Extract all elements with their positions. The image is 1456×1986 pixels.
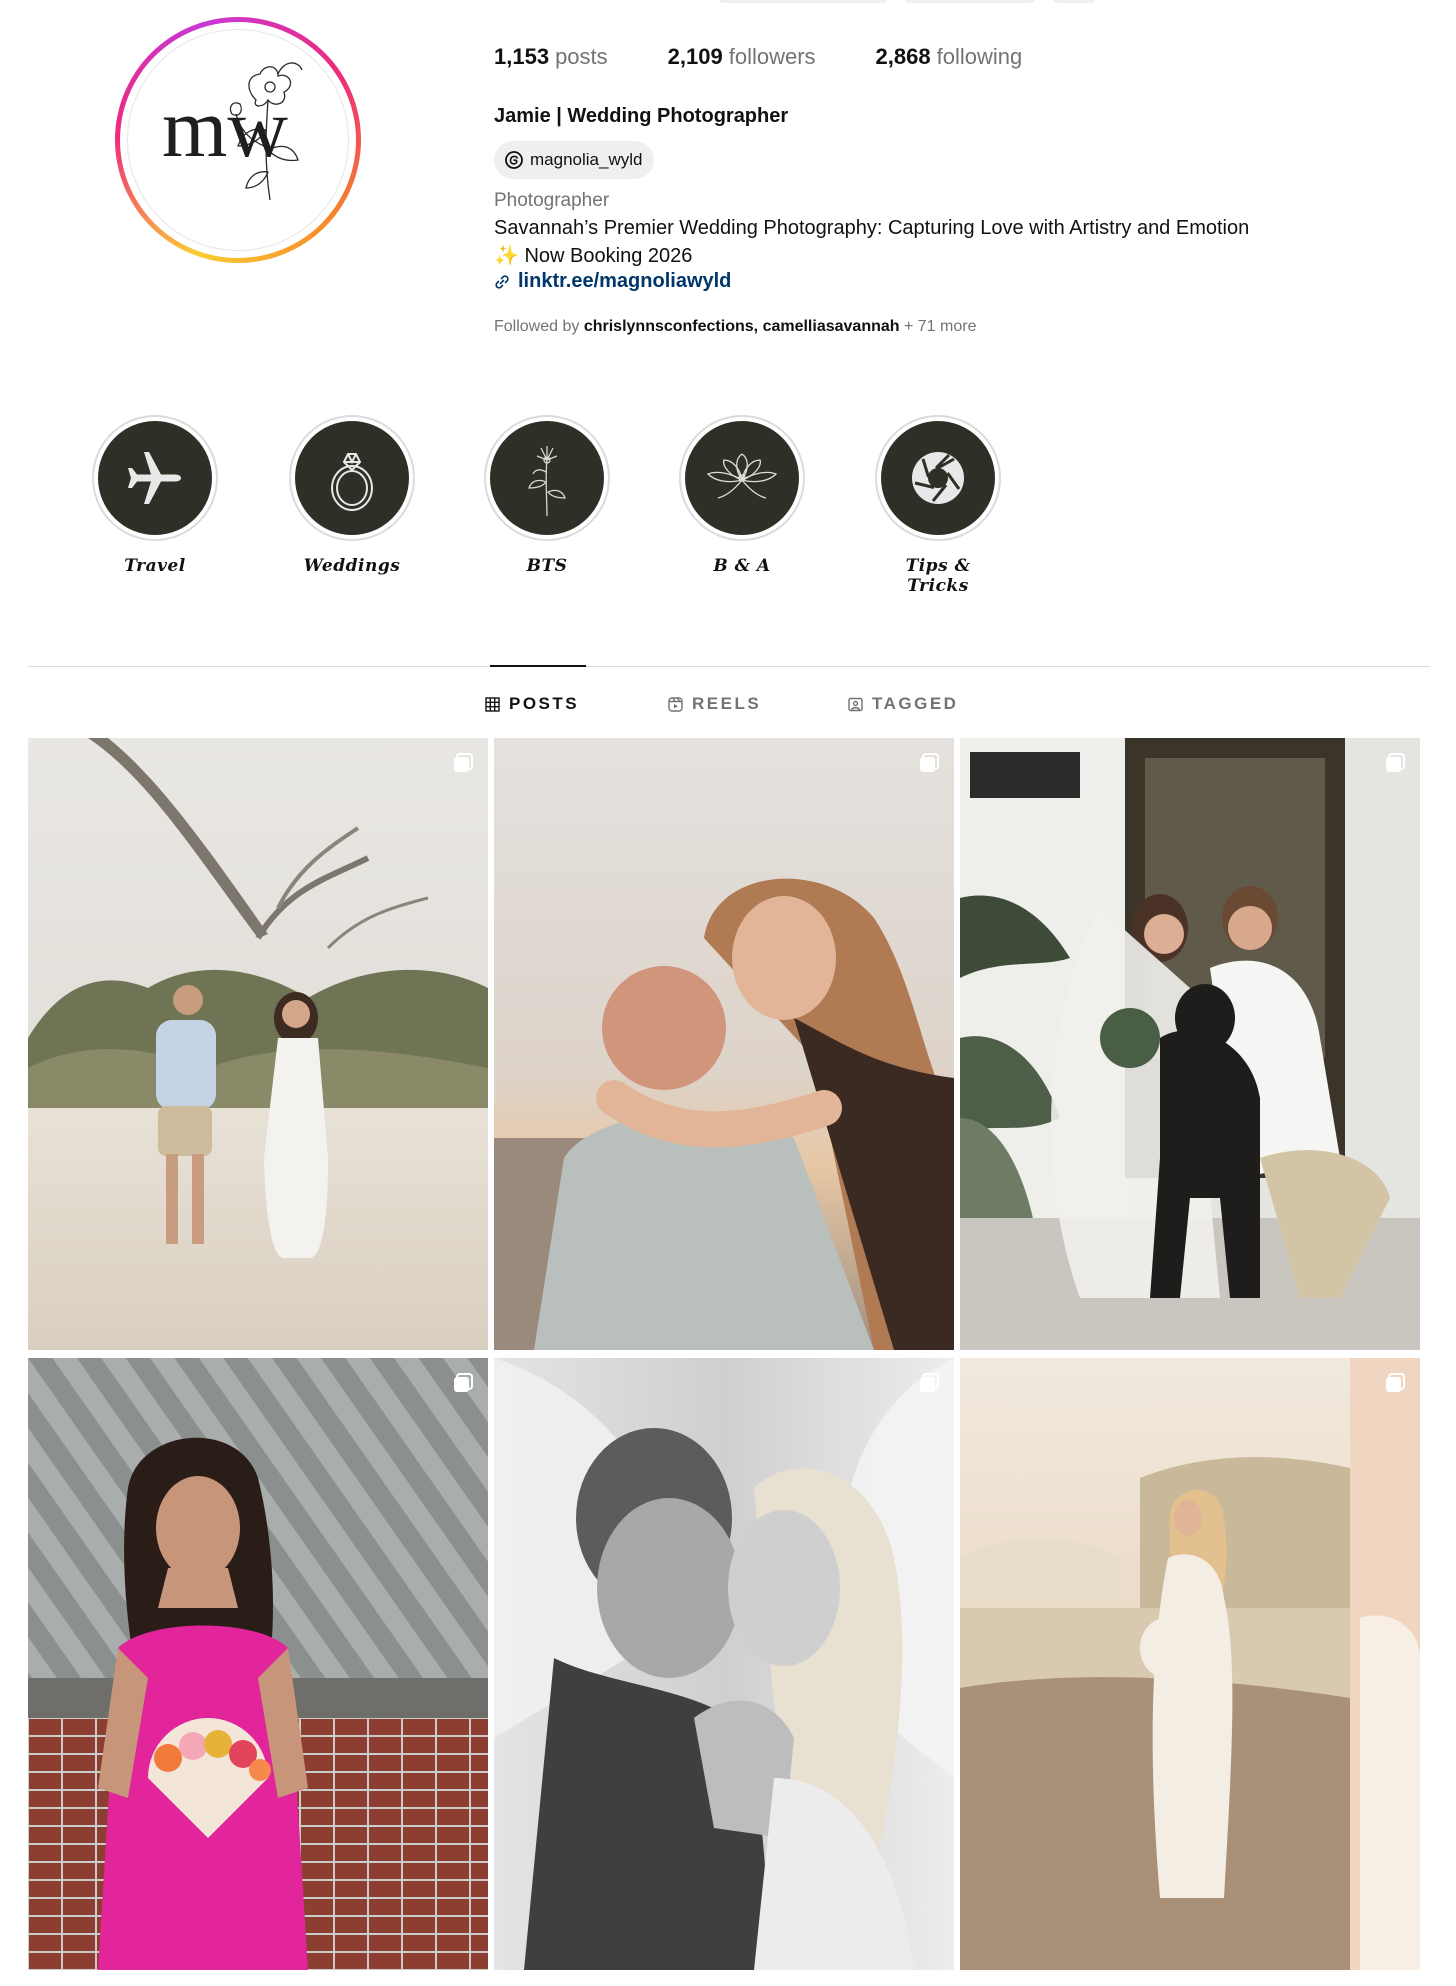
post-photo [28, 1358, 488, 1970]
highlight-ring [875, 415, 1001, 541]
tab-posts[interactable]: POSTS [485, 694, 579, 714]
post-photo [494, 1358, 954, 1970]
carousel-icon [920, 1373, 939, 1392]
avatar-logo: mw [127, 29, 349, 251]
posts-label: posts [555, 44, 608, 69]
highlight-label: Tips & Tricks [905, 556, 971, 596]
tab-tagged-label: TAGGED [872, 694, 959, 713]
camera-aperture-icon [912, 452, 964, 504]
sparkles-emoji: ✨ [494, 245, 519, 267]
posts-stat[interactable]: 1,153 posts [494, 44, 608, 70]
threads-badge[interactable]: magnolia_wyld [494, 141, 655, 179]
profile-category: Photographer [494, 190, 610, 211]
followed-by-separator: , [753, 318, 759, 335]
view-archive-button[interactable] [904, 0, 1036, 3]
highlight-cover [881, 421, 995, 535]
followers-count: 2,109 [667, 44, 723, 69]
followers-label: followers [728, 44, 816, 69]
highlight-cover [295, 421, 409, 535]
followed-by[interactable]: Followed by chrislynnsconfections, camel… [494, 318, 976, 336]
followed-by-user-2[interactable]: camelliasavannah [763, 318, 900, 335]
carousel-icon [454, 753, 473, 772]
tabs-divider [28, 666, 1430, 667]
post-photo [960, 1358, 1420, 1970]
followers-stat[interactable]: 2,109 followers [668, 44, 816, 70]
threads-icon [505, 151, 523, 169]
bio-line-2-text: Now Booking 2026 [524, 245, 693, 267]
highlight-b-and-a[interactable]: B & A [677, 415, 807, 576]
following-label: following [936, 44, 1023, 69]
tab-tagged[interactable]: TAGGED [848, 694, 958, 714]
post-tile[interactable] [960, 738, 1420, 1350]
post-photo [494, 738, 954, 1350]
post-photo [28, 738, 488, 1350]
active-tab-indicator [490, 665, 586, 667]
carousel-icon [920, 753, 939, 772]
highlight-ring [679, 415, 805, 541]
followed-by-more: + 71 more [903, 318, 977, 335]
profile-full-name: Jamie | Wedding Photographer [494, 105, 789, 127]
avatar-inner-ring: mw [120, 22, 356, 258]
followed-by-user-1[interactable]: chrislynnsconfections [584, 318, 754, 335]
bio-line-2: ✨ Now Booking 2026 [494, 243, 692, 268]
highlight-cover [98, 421, 212, 535]
highlight-label: B & A [713, 556, 771, 576]
edit-profile-button[interactable] [718, 0, 888, 3]
carousel-icon [1386, 753, 1405, 772]
settings-button[interactable] [1052, 0, 1096, 3]
profile-link[interactable]: linktr.ee/magnoliawyld [494, 270, 731, 293]
profile-avatar[interactable]: mw [115, 17, 361, 263]
airplane-icon [128, 452, 181, 504]
post-photo [960, 738, 1420, 1350]
monogram-logo-icon: mw [162, 62, 303, 201]
highlight-tips-and-tricks[interactable]: Tips & Tricks [873, 415, 1003, 596]
post-tile[interactable] [28, 738, 488, 1350]
bio-line-1: Savannah’s Premier Wedding Photography: … [494, 217, 1250, 239]
threads-handle: magnolia_wyld [530, 150, 643, 169]
following-count: 2,868 [875, 44, 931, 69]
carousel-icon [1386, 1373, 1405, 1392]
followed-by-prefix: Followed by [494, 318, 580, 335]
highlight-cover [685, 421, 799, 535]
grid-icon [485, 696, 500, 712]
link-icon [495, 274, 509, 289]
highlight-ring [92, 415, 218, 541]
post-tile[interactable] [494, 1358, 954, 1970]
tab-reels[interactable]: REELS [668, 694, 761, 714]
profile-link-text: linktr.ee/magnoliawyld [518, 270, 732, 292]
highlight-label: Weddings [303, 556, 401, 576]
flower-sprig-icon [528, 446, 566, 517]
reels-icon [668, 696, 683, 712]
monogram-text: mw [162, 82, 288, 175]
highlight-ring [484, 415, 610, 541]
tagged-icon [848, 697, 863, 711]
magnolia-icon [706, 453, 778, 499]
post-tile[interactable] [494, 738, 954, 1350]
ring-icon [331, 453, 373, 511]
highlight-label: BTS [526, 556, 568, 576]
following-stat[interactable]: 2,868 following [876, 44, 1023, 70]
carousel-icon [454, 1373, 473, 1392]
tab-posts-label: POSTS [509, 694, 580, 713]
highlight-cover [490, 421, 604, 535]
profile-stats: 1,153 posts 2,109 followers 2,868 following [494, 44, 1022, 70]
highlight-weddings[interactable]: Weddings [287, 415, 417, 576]
tab-reels-label: REELS [692, 694, 762, 713]
highlight-travel[interactable]: Travel [90, 415, 220, 576]
posts-count: 1,153 [494, 44, 550, 69]
post-tile[interactable] [960, 1358, 1420, 1970]
highlight-label: Travel [124, 556, 186, 576]
highlight-bts[interactable]: BTS [482, 415, 612, 576]
highlight-ring [289, 415, 415, 541]
post-tile[interactable] [28, 1358, 488, 1970]
